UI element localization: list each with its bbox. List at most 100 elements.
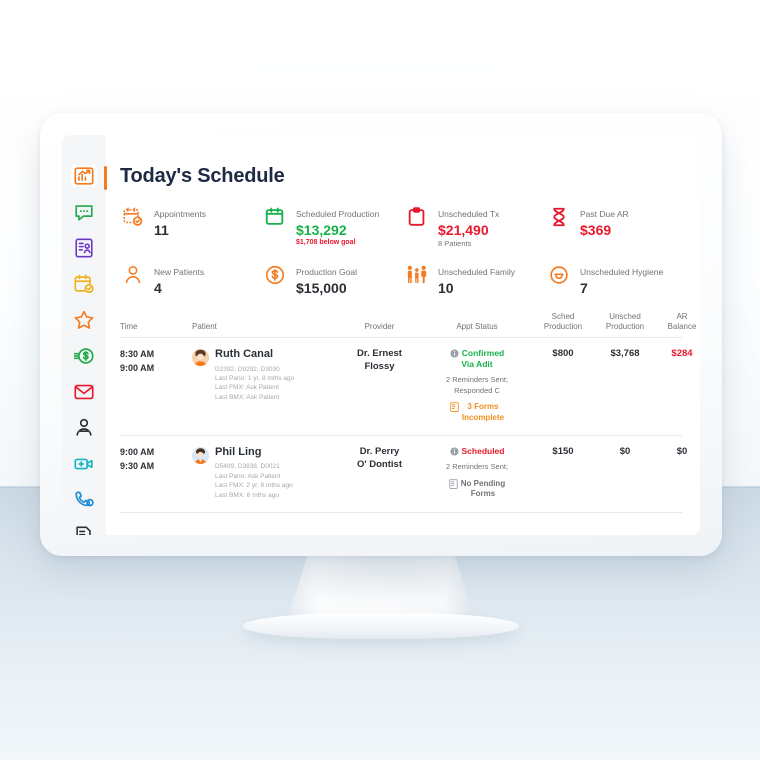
video-call-icon — [74, 458, 93, 470]
status-badge: Scheduled — [422, 446, 532, 457]
info-icon — [449, 447, 459, 456]
kpi-value: 11 — [154, 222, 169, 238]
table-row[interactable]: 8:30 AM 9:00 AM Ruth Canal D2392, D9292,… — [120, 338, 693, 437]
kpi-value: $13,292 — [296, 222, 347, 238]
forms-line1: 3 Forms — [467, 402, 499, 412]
analytics-chart-icon — [74, 167, 94, 185]
patient-name[interactable]: Phil Ling — [215, 446, 293, 459]
family-group-icon — [404, 262, 430, 290]
info-icon — [450, 349, 459, 358]
procedure-codes: D2392, D9292, D3030 — [215, 365, 280, 373]
female-avatar — [192, 349, 209, 367]
monitor-frame: Today's Schedule Appointments 11 Schedul… — [40, 113, 722, 556]
kpi-label: Unscheduled Family — [438, 267, 516, 278]
column-header-patient: Patient — [192, 321, 217, 331]
sidebar-item-reports[interactable] — [71, 525, 97, 535]
calendar-appointments-icon — [120, 204, 146, 232]
cell-time: 8:30 AM 9:00 AM — [120, 348, 192, 423]
patient-record-icon — [75, 238, 93, 258]
sidebar-item-payments[interactable] — [71, 345, 97, 367]
last-pano: Last Pano: Ask Patient — [215, 472, 281, 480]
hourglass-past-due-icon — [546, 204, 572, 232]
provider-line2: Flossy — [364, 361, 395, 373]
app-main: Today's Schedule Appointments 11 Schedul… — [106, 135, 700, 535]
column-header-appt-status: Appt Status — [456, 321, 498, 331]
sidebar-item-video-visit[interactable] — [71, 453, 97, 475]
patient-meta: D5499, D3838, D0021 Last Pano: Ask Patie… — [215, 462, 293, 500]
kpi-value: 7 — [580, 280, 588, 297]
forms-line2: Incomplete — [461, 412, 505, 422]
cell-unsched-production: $3,768 — [610, 348, 640, 360]
person-new-patient-icon — [120, 262, 146, 290]
cell-provider: Dr. Perry O' Dontist — [337, 446, 422, 500]
status-badge: Confirmed — [422, 348, 532, 359]
column-header-unsched-production: Unsched Production — [594, 312, 656, 331]
user-profile-icon — [76, 418, 92, 436]
schedule-table: Time Patient Provider Appt Status Sched … — [120, 312, 696, 514]
kpi-label: Production Goal — [296, 267, 357, 278]
kpi-past-due-ar[interactable]: Past Due AR $369 — [546, 204, 682, 248]
status-via: Via Adit — [461, 359, 493, 370]
status-note-line2: Responded C — [454, 385, 500, 395]
monitor-stand-base — [243, 613, 519, 639]
status-note-line1: 2 Reminders Sent; — [445, 462, 509, 472]
kpi-label: Appointments — [154, 209, 206, 219]
kpi-new-patients[interactable]: New Patients 4 — [120, 262, 256, 296]
kpi-subtext: $1,708 below goal — [296, 239, 356, 247]
patient-name[interactable]: Ruth Canal — [215, 348, 294, 361]
provider-line1: Dr. Perry — [359, 446, 400, 458]
forms-status[interactable]: No Pending Forms — [422, 479, 532, 500]
time-end: 9:00 AM — [120, 363, 155, 374]
calendar-check-icon — [74, 274, 94, 294]
status-note: 2 Reminders Sent; Responded C — [422, 375, 532, 396]
kpi-value: $15,000 — [296, 280, 347, 297]
kpi-scheduled-production[interactable]: Scheduled Production $13,292 $1,708 belo… — [262, 204, 398, 248]
reports-document-icon — [76, 526, 91, 535]
kpi-grid: Appointments 11 Scheduled Production $13… — [120, 204, 682, 296]
kpi-unscheduled-family[interactable]: Unscheduled Family 10 — [404, 262, 540, 296]
cell-appt-status: Scheduled 2 Reminders Sent; No Pending F… — [422, 446, 532, 500]
kpi-value: $21,490 — [438, 222, 489, 238]
sidebar-item-messages[interactable] — [71, 201, 97, 223]
kpi-label: Unscheduled Hygiene — [580, 267, 664, 278]
provider-line1: Dr. Ernest — [357, 348, 402, 360]
kpi-production-goal[interactable]: Production Goal $15,000 — [262, 262, 398, 296]
table-row[interactable]: 9:00 AM 9:30 AM Phil Ling D5499, D3838, … — [120, 436, 687, 514]
cell-time: 9:00 AM 9:30 AM — [120, 446, 192, 500]
cell-provider: Dr. Ernest Flossy — [337, 348, 422, 423]
procedure-codes: D5499, D3838, D0021 — [215, 463, 280, 471]
cell-sched-production: $150 — [552, 446, 574, 458]
page-title: Today's Schedule — [120, 165, 285, 187]
chat-bubble-icon — [75, 205, 93, 221]
column-header-line2: Production — [543, 321, 583, 331]
last-fmx: Last FMX: 2 yr, 8 mths ago — [215, 482, 293, 490]
kpi-unscheduled-tx[interactable]: Unscheduled Tx $21,490 8 Patients — [404, 204, 540, 248]
status-label: Confirmed — [461, 348, 505, 359]
kpi-label: Scheduled Production — [296, 209, 380, 219]
sidebar-item-profile[interactable] — [71, 417, 97, 439]
sidebar-item-schedule[interactable] — [71, 273, 97, 295]
form-icon — [449, 478, 458, 489]
cell-ar-balance: $0 — [676, 446, 688, 458]
sidebar-item-patient-records[interactable] — [71, 237, 97, 259]
last-fmx: Last FMX: Ask Patient — [215, 384, 279, 392]
kpi-value: 4 — [154, 280, 162, 297]
kpi-label: New Patients — [154, 267, 205, 278]
sidebar-item-calls[interactable] — [71, 489, 97, 511]
kpi-appointments[interactable]: Appointments 11 — [120, 204, 256, 248]
payments-dollar-icon — [73, 348, 94, 364]
kpi-label: Unscheduled Tx — [438, 209, 500, 219]
last-pano: Last Pano: 1 yr, 8 mths ago — [215, 374, 295, 382]
tooth-hygiene-icon — [546, 262, 572, 290]
kpi-value: $369 — [580, 222, 612, 238]
sidebar-item-analytics[interactable] — [71, 165, 107, 190]
provider-line2: O' Dontist — [356, 459, 402, 471]
patient-meta: D2392, D9292, D3030 Last Pano: 1 yr, 8 m… — [215, 365, 294, 403]
column-header-line1: AR — [676, 312, 688, 322]
sidebar-item-reviews[interactable] — [71, 309, 97, 331]
cell-sched-production: $800 — [552, 348, 574, 360]
kpi-unscheduled-hygiene[interactable]: Unscheduled Hygiene 7 — [546, 262, 682, 296]
sidebar-item-email[interactable] — [71, 381, 97, 403]
kpi-value: 10 — [438, 280, 454, 297]
forms-status[interactable]: 3 Forms Incomplete — [422, 402, 532, 423]
